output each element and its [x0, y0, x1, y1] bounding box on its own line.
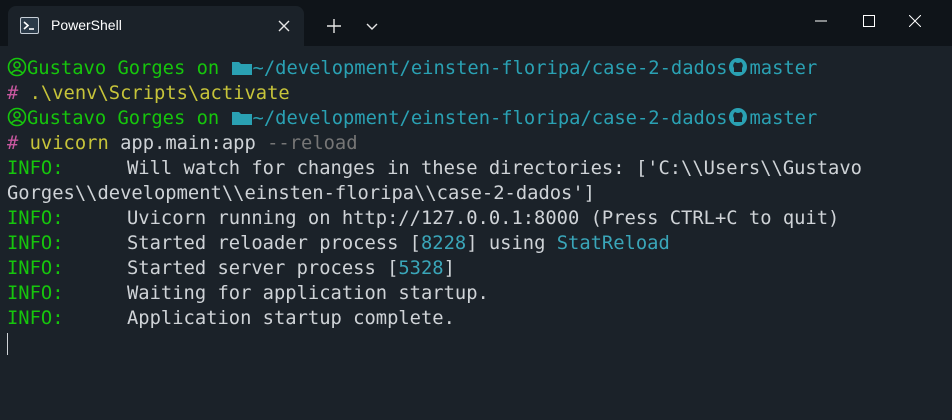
user-icon [7, 57, 27, 84]
log-message: Uvicorn running on http://127.0.0.1:8000… [127, 208, 840, 229]
terminal-output[interactable]: Gustavo Gorges on ~/development/einsten-… [0, 56, 952, 420]
prompt-hash: # [7, 133, 19, 154]
minimize-button[interactable] [798, 0, 844, 42]
prompt-on: on [185, 108, 231, 129]
log-level: INFO: [7, 158, 64, 179]
log-level: INFO: [7, 208, 64, 229]
log-level: INFO: [7, 233, 64, 254]
log-line: INFO: Started server process [5328] [7, 256, 455, 281]
github-icon [727, 57, 749, 84]
log-line: INFO: Waiting for application startup. [7, 281, 489, 306]
prompt-hash: # [7, 83, 19, 104]
log-line: INFO: Application startup complete. [7, 306, 455, 331]
chevron-down-icon[interactable] [360, 14, 384, 38]
user-icon [7, 107, 27, 134]
prompt-branch: master [749, 58, 818, 79]
log-level: INFO: [7, 258, 64, 279]
command-line: # .\venv\Scripts\activate [7, 81, 290, 106]
log-text: ] [443, 258, 455, 279]
log-message: Waiting for application startup. [127, 283, 489, 304]
log-text: ] using [466, 233, 557, 254]
reloader-name: StatReload [556, 233, 670, 254]
log-message: Application startup complete. [127, 308, 455, 329]
maximize-button[interactable] [846, 0, 892, 42]
process-id: 8228 [421, 233, 467, 254]
window-close-button[interactable] [892, 0, 938, 42]
tab-powershell[interactable]: PowerShell [8, 6, 304, 46]
prompt-path: ~/development/einsten-floripa/case-2-dad… [252, 108, 728, 129]
plus-icon[interactable] [322, 14, 346, 38]
close-icon[interactable] [274, 16, 294, 36]
log-message: Will watch for changes in these director… [127, 158, 862, 179]
tab-title: PowerShell [51, 17, 122, 33]
log-line: INFO: Uvicorn running on http://127.0.0.1… [7, 206, 839, 231]
prompt-on: on [185, 58, 231, 79]
prompt-line: Gustavo Gorges on ~/development/einsten-… [7, 56, 817, 81]
log-line: INFO: Started reloader process [8228] usi… [7, 231, 670, 256]
log-message: Started server process [5328] [127, 256, 455, 281]
prompt-path: ~/development/einsten-floripa/case-2-dad… [252, 58, 728, 79]
log-line: INFO: Will watch for changes in these dir… [7, 156, 862, 181]
log-text: Started server process [ [127, 258, 399, 279]
command-line: # uvicorn app.main:app --reload [7, 131, 358, 156]
maximize-icon [863, 15, 875, 27]
powershell-icon [20, 17, 39, 34]
prompt-user: Gustavo Gorges [27, 58, 186, 79]
minimize-icon [815, 20, 827, 22]
title-bar: PowerShell [0, 0, 952, 46]
log-level: INFO: [7, 308, 64, 329]
prompt-line: Gustavo Gorges on ~/development/einsten-… [7, 106, 817, 131]
prompt-branch: master [749, 108, 818, 129]
log-text: Started reloader process [ [127, 233, 421, 254]
window-close-icon [909, 15, 921, 27]
process-id: 5328 [398, 258, 444, 279]
command-text: .\venv\Scripts\activate [18, 83, 290, 104]
log-line-wrap: Gorges\\development\\einsten-floripa\\ca… [7, 183, 595, 204]
command-name: uvicorn [18, 133, 109, 154]
log-level: INFO: [7, 283, 64, 304]
text-cursor [7, 333, 8, 355]
command-flag: --reload [255, 133, 358, 154]
command-args: app.main:app [108, 133, 256, 154]
log-message: Started reloader process [8228] using St… [127, 231, 670, 256]
github-icon [727, 107, 749, 134]
prompt-user: Gustavo Gorges [27, 108, 186, 129]
